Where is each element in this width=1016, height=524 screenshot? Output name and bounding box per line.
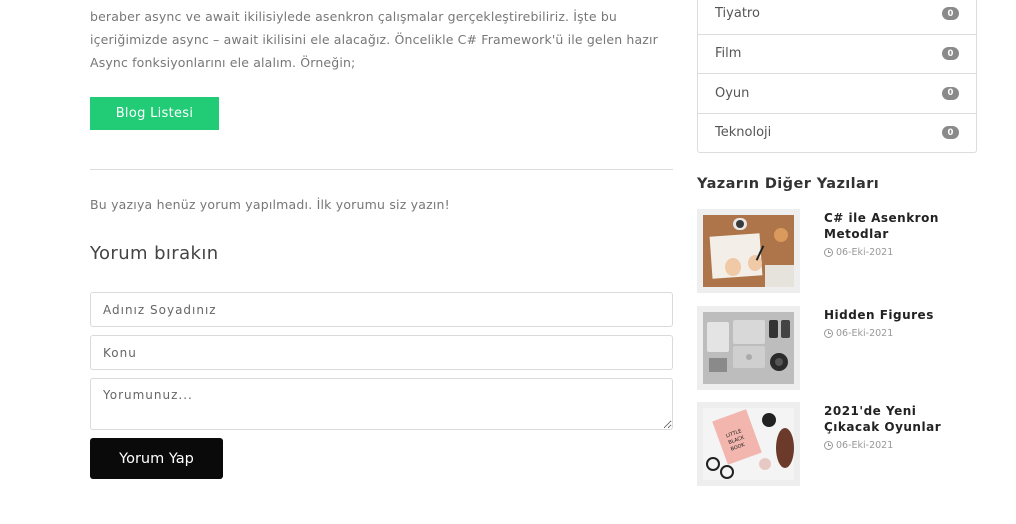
post-date-text: 06-Eki-2021: [836, 247, 894, 258]
category-label: Teknoloji: [715, 125, 772, 141]
post-date: 06-Eki-2021: [824, 440, 893, 451]
blog-list-button[interactable]: Blog Listesi: [90, 97, 219, 130]
clock-icon: [824, 248, 833, 257]
post-date-text: 06-Eki-2021: [836, 328, 894, 339]
laptop-gadgets-photo-icon: [703, 312, 794, 384]
clock-icon: [824, 329, 833, 338]
post-thumbnail[interactable]: [697, 209, 800, 293]
post-thumbnail[interactable]: LITTLE BLACK BOOK: [697, 402, 800, 486]
category-list: Tiyatro 0 Film 0 Oyun 0 Teknoloji 0: [697, 0, 977, 153]
little-black-book-photo-icon: LITTLE BLACK BOOK: [703, 408, 794, 480]
category-count-badge: 0: [942, 126, 959, 140]
intro-line: Async fonksiyonlarını ele alalım. Örneği…: [90, 55, 356, 70]
other-posts-heading: Yazarın Diğer Yazıları: [697, 176, 880, 192]
other-post-item[interactable]: C# ile Asenkron Metodlar 06-Eki-2021: [697, 209, 977, 295]
category-label: Tiyatro: [715, 6, 760, 22]
category-count-badge: 0: [942, 7, 959, 21]
post-title[interactable]: C# ile Asenkron Metodlar: [824, 210, 974, 242]
category-count-badge: 0: [942, 47, 959, 61]
submit-comment-button[interactable]: Yorum Yap: [90, 438, 223, 479]
category-count-badge: 0: [942, 86, 959, 100]
comment-textarea[interactable]: [90, 378, 673, 430]
no-comments-message: Bu yazıya henüz yorum yapılmadı. İlk yor…: [90, 197, 450, 212]
category-label: Film: [715, 46, 742, 62]
category-item-oyun[interactable]: Oyun 0: [698, 73, 976, 113]
other-post-item[interactable]: Hidden Figures 06-Eki-2021: [697, 306, 977, 392]
category-item-film[interactable]: Film 0: [698, 33, 976, 74]
post-thumbnail[interactable]: [697, 306, 800, 390]
post-date: 06-Eki-2021: [824, 247, 893, 258]
notebook-desk-photo-icon: [703, 215, 794, 287]
clock-icon: [824, 441, 833, 450]
category-label: Oyun: [715, 85, 750, 101]
comment-form-heading: Yorum bırakın: [90, 243, 219, 264]
post-title[interactable]: Hidden Figures: [824, 307, 974, 323]
name-input[interactable]: [90, 292, 673, 327]
post-date: 06-Eki-2021: [824, 328, 893, 339]
intro-line: beraber async ve await ikilisiylede asen…: [90, 9, 617, 24]
post-date-text: 06-Eki-2021: [836, 440, 894, 451]
other-post-item[interactable]: LITTLE BLACK BOOK 2021'de Yeni Çıkacak O…: [697, 402, 977, 488]
post-title[interactable]: 2021'de Yeni Çıkacak Oyunlar: [824, 403, 974, 435]
category-item-tiyatro[interactable]: Tiyatro 0: [698, 0, 976, 34]
section-divider: [90, 169, 673, 170]
article-intro: beraber async ve await ikilisiylede asen…: [90, 5, 673, 74]
category-item-teknoloji[interactable]: Teknoloji 0: [698, 112, 976, 153]
subject-input[interactable]: [90, 335, 673, 370]
intro-line: içeriğimizde async – await ikilisini ele…: [90, 32, 658, 47]
